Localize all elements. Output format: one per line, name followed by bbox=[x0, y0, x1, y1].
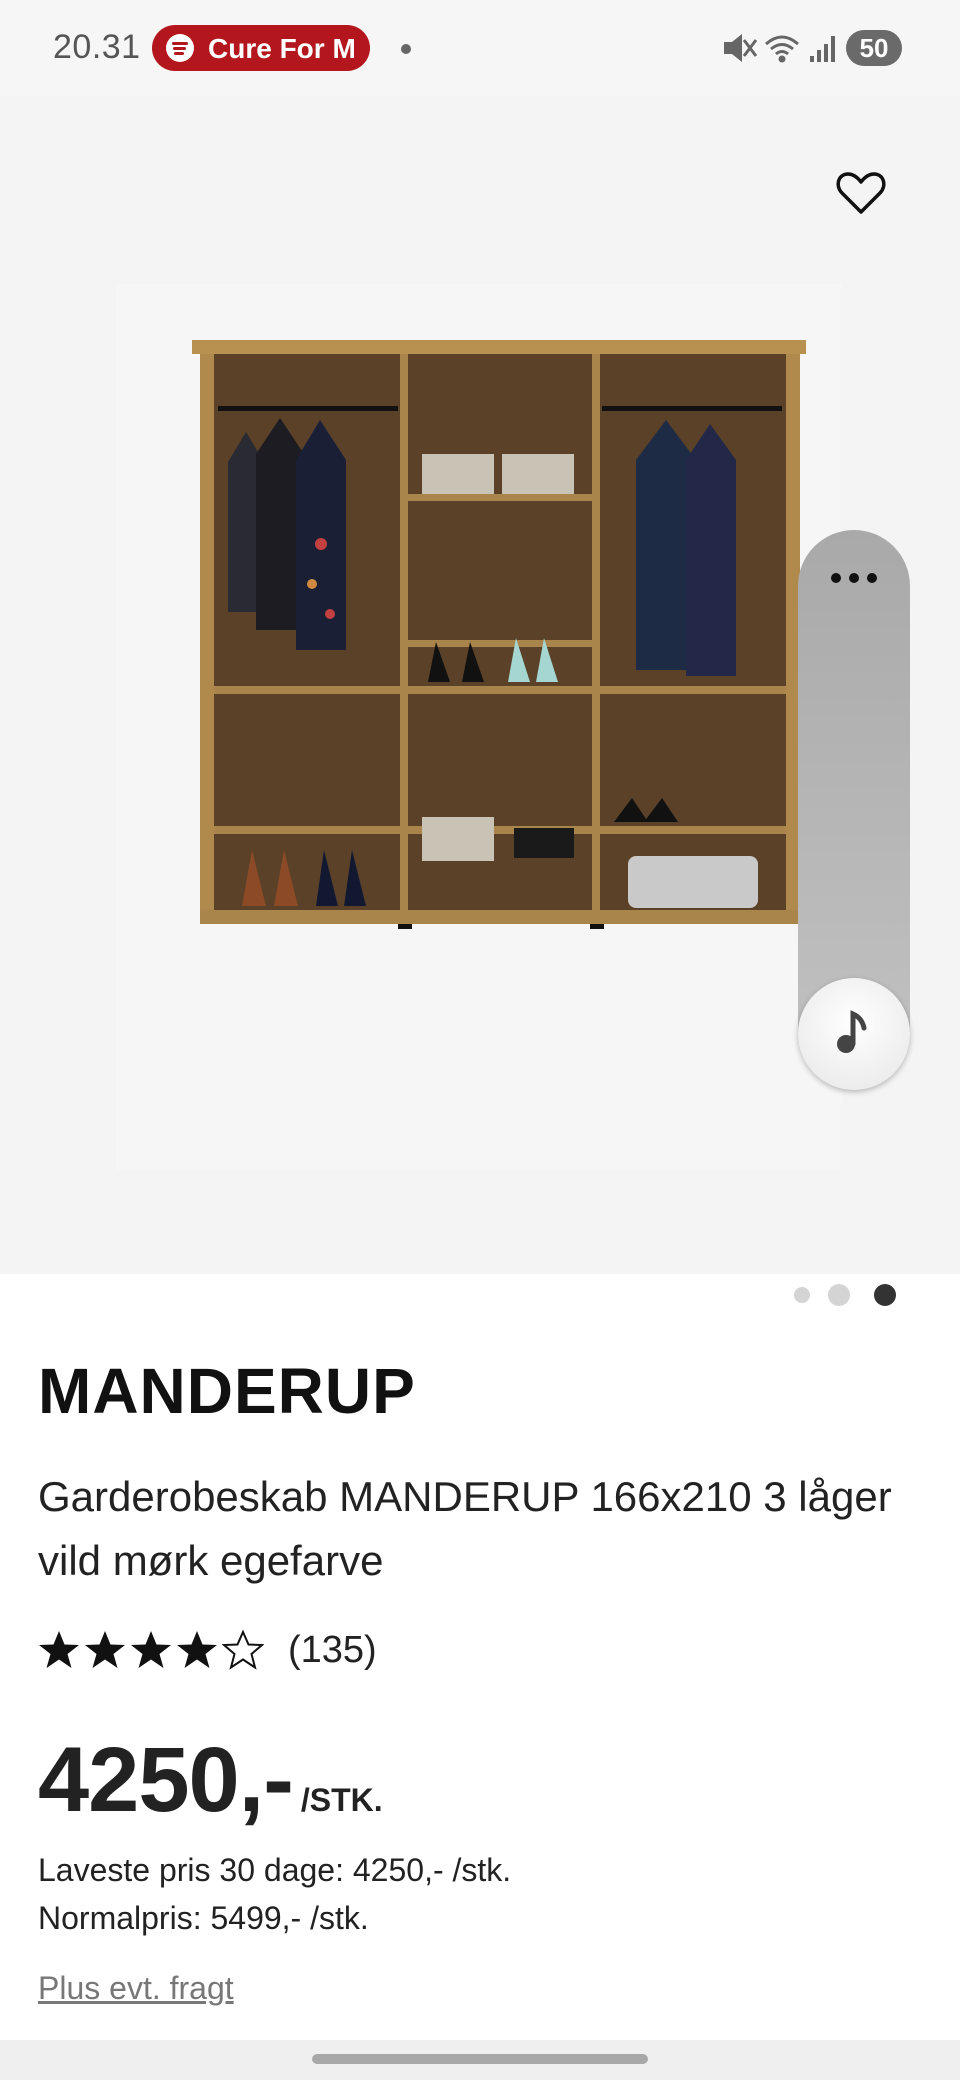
star-filled-icon bbox=[131, 1631, 171, 1668]
star-filled-icon bbox=[39, 1631, 79, 1668]
music-button[interactable] bbox=[798, 978, 910, 1090]
now-playing-title: Cure For M bbox=[208, 33, 356, 64]
spotify-now-playing-pill[interactable]: Cure For M bbox=[152, 25, 370, 71]
heart-outline-icon[interactable] bbox=[836, 170, 886, 216]
star-filled-icon bbox=[85, 1631, 125, 1668]
more-horizontal-icon[interactable] bbox=[828, 570, 880, 586]
lowest-price-30-days: Laveste pris 30 dage: 4250,- /stk. bbox=[38, 1852, 512, 1888]
freight-link[interactable]: Plus evt. fragt bbox=[38, 1970, 234, 2007]
product-rating[interactable]: (135) bbox=[38, 1624, 377, 1676]
product-price: 4250,- bbox=[38, 1729, 294, 1831]
price-row: 4250,- /STK. bbox=[38, 1728, 383, 1833]
carousel-dot-3-active[interactable] bbox=[874, 1284, 896, 1306]
normal-price: Normalpris: 5499,- /stk. bbox=[38, 1900, 369, 1936]
wardrobe-product-image bbox=[116, 284, 842, 1170]
battery-icon: 50 bbox=[846, 30, 902, 66]
wifi-icon bbox=[765, 35, 799, 63]
carousel-dot-1[interactable] bbox=[794, 1287, 810, 1303]
spotify-icon bbox=[166, 34, 194, 62]
product-description: Garderobeskab MANDERUP 166x210 3 låger v… bbox=[38, 1473, 892, 1584]
status-icons bbox=[724, 34, 835, 63]
signal-icon bbox=[810, 36, 835, 62]
mute-icon bbox=[724, 34, 758, 62]
star-filled-icon bbox=[177, 1631, 217, 1668]
carousel-dot-2[interactable] bbox=[828, 1284, 850, 1306]
home-gesture-handle[interactable] bbox=[312, 2054, 648, 2064]
status-bar: 20.31 Cure For M 50 bbox=[0, 0, 960, 96]
notification-dot-icon bbox=[401, 44, 411, 54]
rating-stars bbox=[38, 1629, 264, 1671]
price-unit: /STK. bbox=[300, 1782, 383, 1818]
review-count: (135) bbox=[288, 1628, 377, 1671]
music-note-icon bbox=[837, 1010, 867, 1053]
status-time: 20.31 bbox=[53, 28, 141, 66]
star-outline-icon bbox=[222, 1629, 264, 1670]
product-brand: MANDERUP bbox=[38, 1355, 416, 1427]
